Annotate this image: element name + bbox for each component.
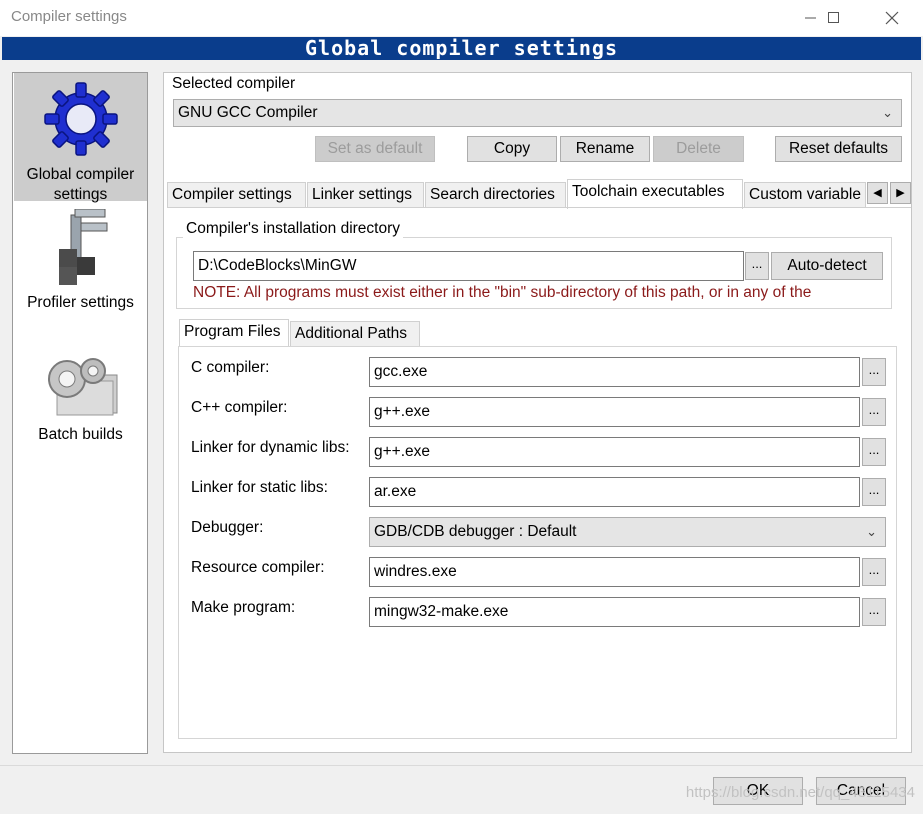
- cpp-compiler-label: C++ compiler:: [191, 399, 288, 416]
- install-dir-browse-button[interactable]: ...: [745, 252, 769, 280]
- close-icon: [885, 11, 899, 25]
- reset-defaults-button[interactable]: Reset defaults: [775, 136, 902, 162]
- tab-compiler-settings[interactable]: Compiler settings: [167, 182, 306, 208]
- batch-gears-icon: [47, 358, 117, 416]
- install-dir-label: Compiler's installation directory: [183, 220, 404, 238]
- sidebar-item-profiler[interactable]: Profiler settings: [14, 208, 147, 319]
- title-bar: Compiler settings: [0, 0, 923, 36]
- compiler-select-value: GNU GCC Compiler: [178, 104, 318, 121]
- install-dir-input[interactable]: D:\CodeBlocks\MinGW: [193, 251, 744, 281]
- gear-icon: [43, 82, 118, 156]
- tab-scroll-right-button[interactable]: ▶: [890, 182, 911, 204]
- watermark-text: https://blog.csdn.net/qq_43115434: [685, 784, 915, 801]
- arrow-left-icon: ◀: [873, 187, 882, 199]
- tab-scroll-left-button[interactable]: ◀: [867, 182, 888, 204]
- resource-compiler-input[interactable]: windres.exe: [369, 557, 860, 587]
- sidebar-item-label: settings: [53, 186, 108, 203]
- make-program-label: Make program:: [191, 599, 296, 616]
- maximize-icon: [828, 12, 839, 23]
- dynamic-linker-browse-button[interactable]: ...: [862, 438, 886, 466]
- make-program-input[interactable]: mingw32-make.exe: [369, 597, 860, 627]
- sidebar-item-batch-builds[interactable]: Batch builds: [14, 353, 147, 453]
- cpp-compiler-input[interactable]: g++.exe: [369, 397, 860, 427]
- auto-detect-button[interactable]: Auto-detect: [771, 252, 883, 280]
- sidebar-item-global-compiler[interactable]: Global compiler settings: [14, 73, 147, 203]
- resource-compiler-label: Resource compiler:: [191, 559, 325, 576]
- debugger-select[interactable]: GDB/CDB debugger : Default ⌄: [369, 517, 886, 547]
- c-compiler-label: C compiler:: [191, 359, 270, 376]
- sidebar-item-label: Profiler settings: [27, 294, 134, 311]
- banner-title: Global compiler settings: [2, 37, 921, 60]
- tab-search-directories[interactable]: Search directories: [425, 182, 566, 208]
- tab-additional-paths[interactable]: Additional Paths: [290, 321, 420, 347]
- tab-linker-settings[interactable]: Linker settings: [307, 182, 424, 208]
- cpp-compiler-browse-button[interactable]: ...: [862, 398, 886, 426]
- static-linker-browse-button[interactable]: ...: [862, 478, 886, 506]
- arrow-right-icon: ▶: [896, 187, 905, 199]
- maximize-button[interactable]: [811, 0, 857, 36]
- copy-button[interactable]: Copy: [467, 136, 557, 162]
- debugger-select-value: GDB/CDB debugger : Default: [374, 523, 577, 540]
- close-button[interactable]: [869, 0, 915, 36]
- tab-divider: [167, 207, 911, 208]
- tab-custom-variables[interactable]: Custom variable: [744, 182, 866, 208]
- sidebar-item-label: Global compiler: [26, 166, 135, 183]
- selected-compiler-label: Selected compiler: [172, 75, 296, 92]
- static-linker-input[interactable]: ar.exe: [369, 477, 860, 507]
- dynamic-linker-input[interactable]: g++.exe: [369, 437, 860, 467]
- caliper-icon: [58, 208, 107, 285]
- make-program-browse-button[interactable]: ...: [862, 598, 886, 626]
- rename-button[interactable]: Rename: [560, 136, 650, 162]
- c-compiler-browse-button[interactable]: ...: [862, 358, 886, 386]
- delete-button[interactable]: Delete: [653, 136, 744, 162]
- static-linker-label: Linker for static libs:: [191, 479, 328, 496]
- chevron-down-icon: ⌄: [866, 524, 877, 539]
- compiler-settings-panel: Selected compiler GNU GCC Compiler ⌄ Set…: [163, 72, 912, 753]
- install-dir-note: NOTE: All programs must exist either in …: [193, 284, 812, 301]
- tab-program-files[interactable]: Program Files: [179, 319, 289, 347]
- settings-sidebar: Global compiler settings Profiler settin…: [12, 72, 148, 754]
- c-compiler-input[interactable]: gcc.exe: [369, 357, 860, 387]
- chevron-down-icon: ⌄: [882, 105, 893, 120]
- tab-toolchain-executables[interactable]: Toolchain executables: [567, 179, 743, 209]
- sidebar-item-label: Batch builds: [38, 426, 123, 443]
- dynamic-linker-label: Linker for dynamic libs:: [191, 439, 350, 456]
- resource-compiler-browse-button[interactable]: ...: [862, 558, 886, 586]
- debugger-label: Debugger:: [191, 519, 264, 536]
- set-as-default-button[interactable]: Set as default: [315, 136, 435, 162]
- window-title: Compiler settings: [11, 8, 127, 25]
- compiler-select[interactable]: GNU GCC Compiler ⌄: [173, 99, 902, 127]
- footer-divider: [0, 765, 923, 766]
